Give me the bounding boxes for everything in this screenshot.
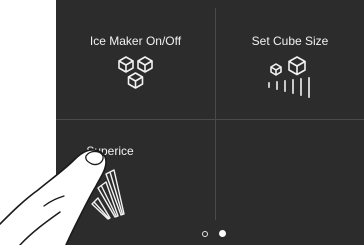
page-dot-1[interactable] — [202, 231, 208, 237]
page-indicator[interactable] — [200, 229, 240, 241]
cube-size-icon — [268, 56, 310, 98]
control-panel: Ice Maker On/Off Set Cube Size Superice — [56, 0, 364, 245]
set-cube-size-button[interactable]: Set Cube Size — [216, 34, 364, 98]
divider-horizontal — [56, 119, 364, 120]
ice-maker-label: Ice Maker On/Off — [89, 34, 182, 48]
ice-cubes-icon — [117, 56, 153, 89]
cube-size-label: Set Cube Size — [251, 34, 329, 48]
superice-icon — [91, 169, 125, 220]
superice-button[interactable]: Superice — [60, 144, 160, 220]
page-dot-2-active[interactable] — [219, 230, 226, 237]
superice-label: Superice — [86, 144, 134, 158]
ice-maker-toggle-button[interactable]: Ice Maker On/Off — [56, 34, 215, 90]
